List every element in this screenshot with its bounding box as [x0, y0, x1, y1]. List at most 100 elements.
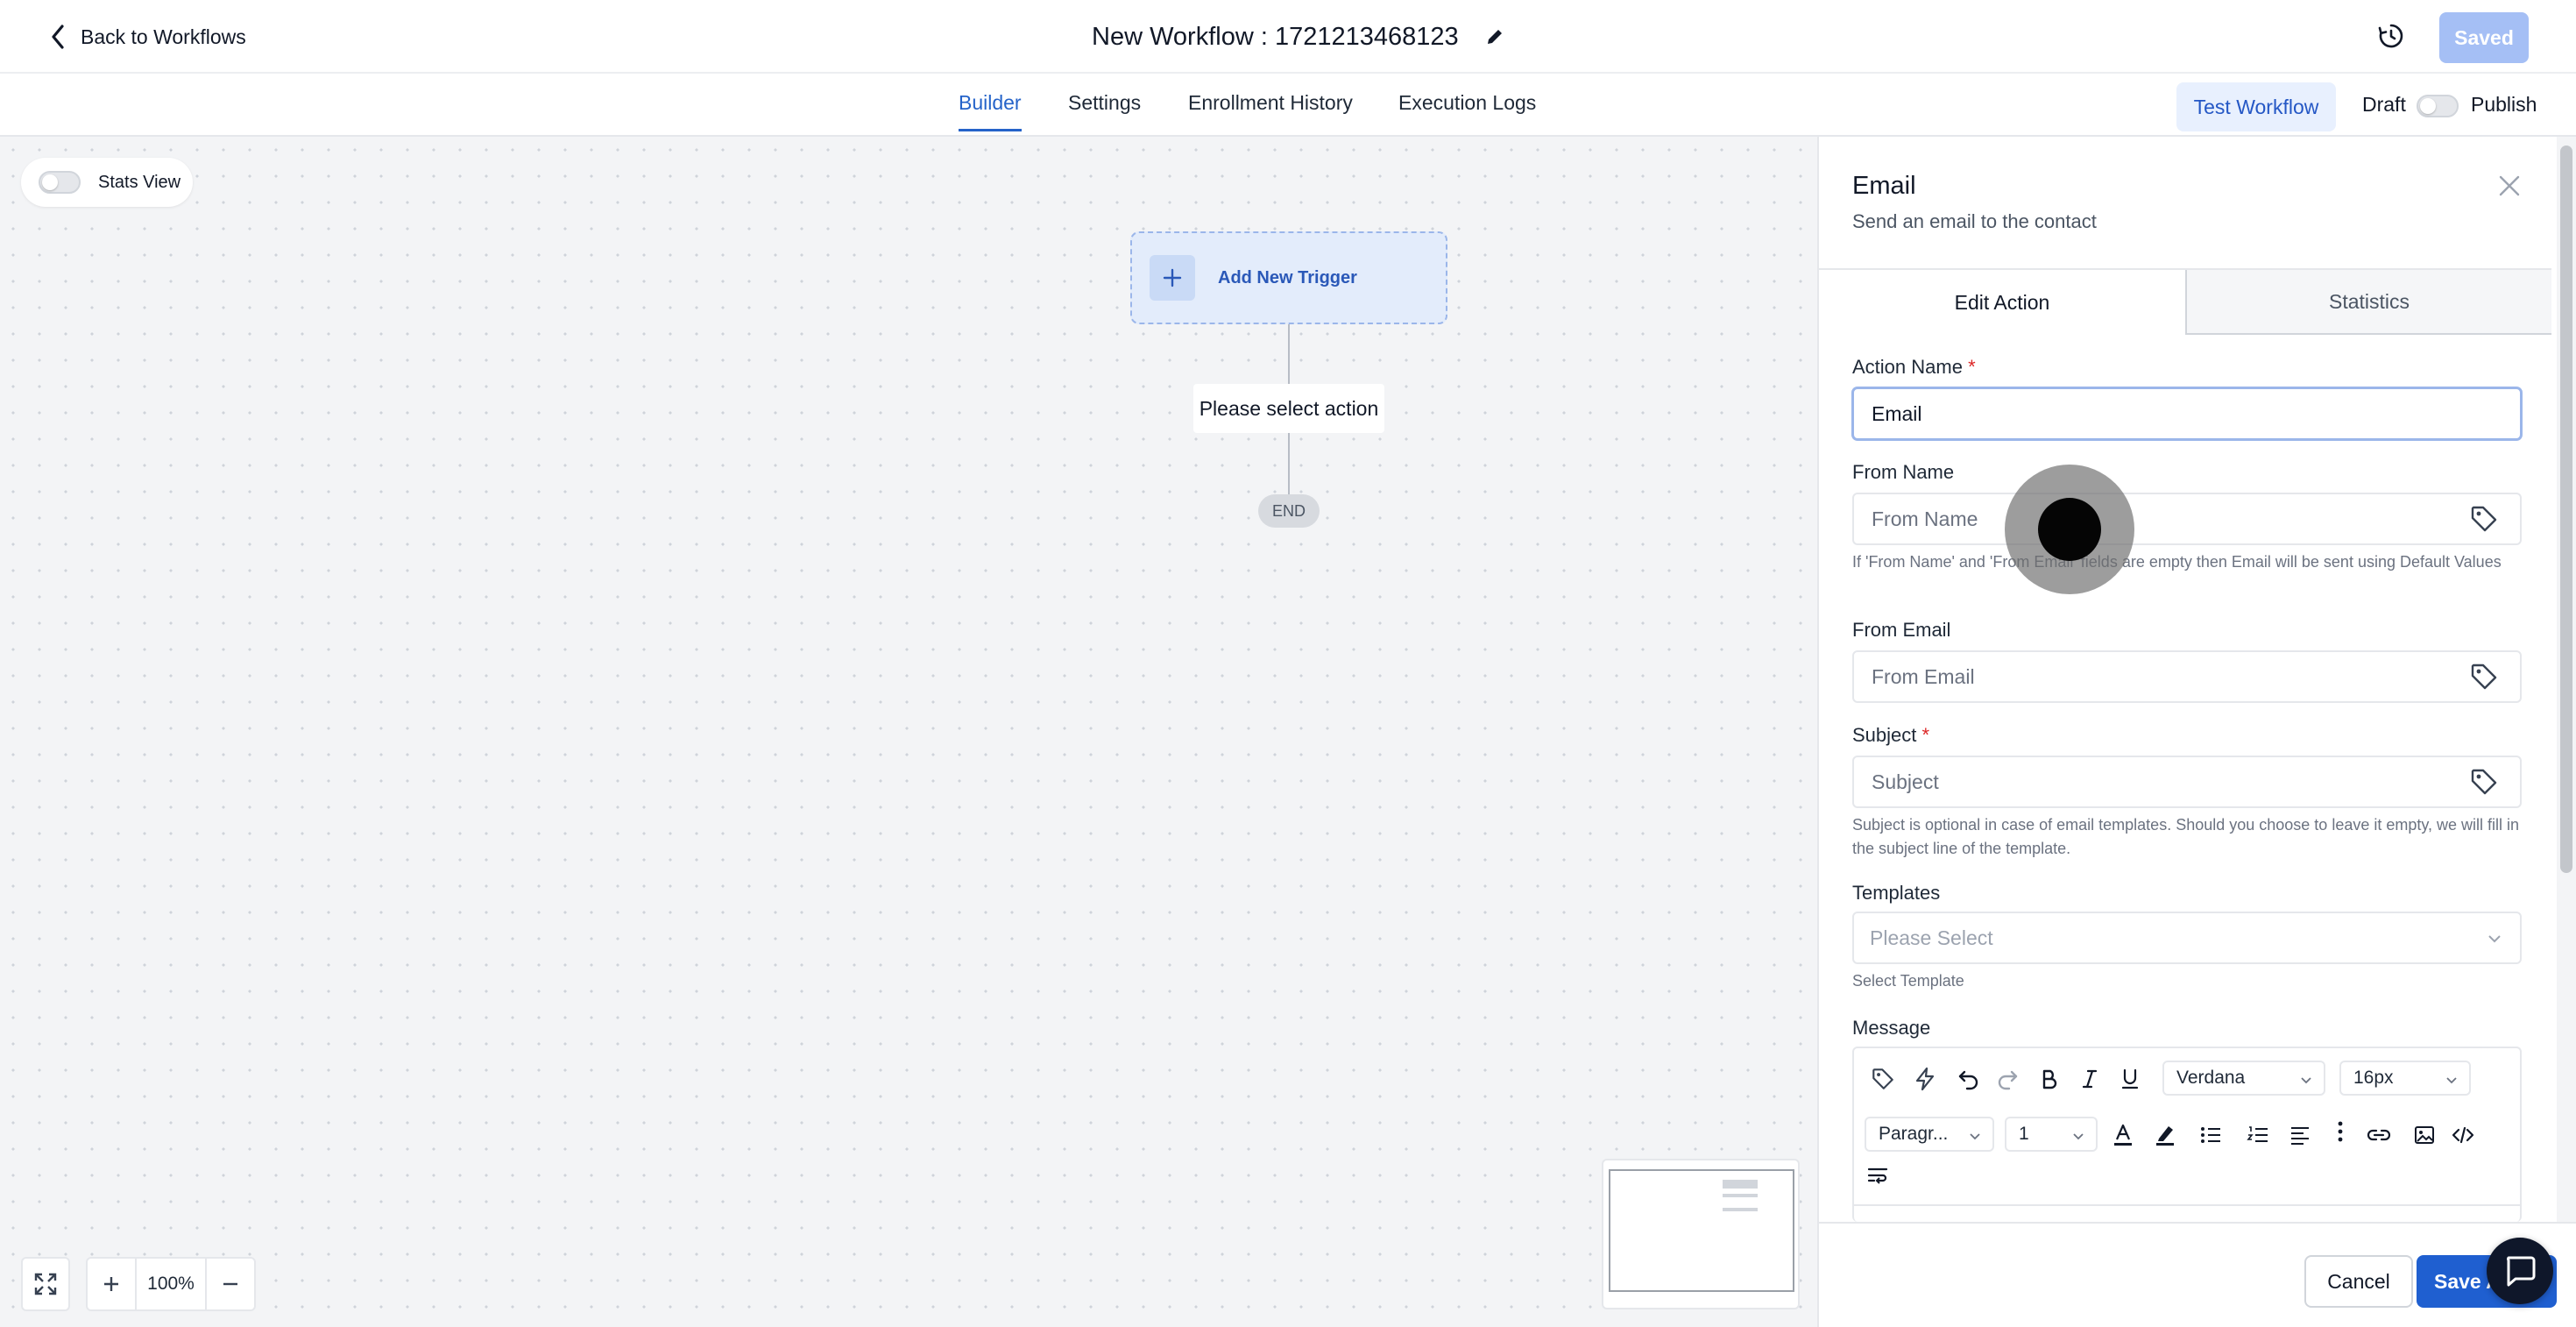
font-family-select[interactable]: Verdana: [2162, 1061, 2325, 1096]
required-marker: *: [1921, 724, 1930, 746]
chat-widget-button[interactable]: [2487, 1238, 2553, 1304]
more-options-icon[interactable]: [2327, 1118, 2353, 1145]
draft-label: Draft: [2362, 93, 2406, 116]
connector-line: [1288, 324, 1290, 384]
workflow-canvas[interactable]: Stats View Add New Trigger Please select…: [0, 137, 1817, 1327]
tab-statistics[interactable]: Statistics: [2187, 270, 2551, 335]
history-icon[interactable]: [2376, 21, 2406, 51]
subject-input[interactable]: [1852, 756, 2522, 808]
tab-settings[interactable]: Settings: [1068, 91, 1141, 129]
back-to-workflows-link[interactable]: Back to Workflows: [51, 21, 246, 53]
italic-icon[interactable]: [2077, 1066, 2103, 1092]
chevron-down-icon: [1970, 1133, 1980, 1140]
mouse-cursor: [2038, 498, 2101, 561]
cancel-button[interactable]: Cancel: [2304, 1255, 2413, 1308]
minus-icon: [223, 1282, 237, 1286]
from-name-input[interactable]: [1852, 493, 2522, 545]
undo-icon[interactable]: [1956, 1066, 1982, 1092]
text-color-icon[interactable]: [2110, 1122, 2136, 1148]
align-icon[interactable]: [2287, 1122, 2313, 1148]
underline-icon[interactable]: [2117, 1066, 2143, 1092]
tab-builder[interactable]: Builder: [959, 91, 1022, 131]
back-to-workflows-label: Back to Workflows: [81, 25, 246, 48]
block-format-select[interactable]: Paragr...: [1865, 1117, 1994, 1152]
block-format-value: Paragr...: [1879, 1124, 1949, 1144]
font-size-select[interactable]: 16px: [2339, 1061, 2471, 1096]
from-name-label: From Name: [1852, 461, 1955, 483]
zoom-controls: 100%: [86, 1257, 256, 1311]
tab-edit-action[interactable]: Edit Action: [1819, 270, 2187, 335]
workflow-tabs-bar: Builder Settings Enrollment History Exec…: [0, 74, 2576, 137]
required-marker: *: [1968, 356, 1976, 378]
bold-icon[interactable]: [2036, 1066, 2063, 1092]
edit-pencil-icon[interactable]: [1485, 27, 1504, 46]
plus-icon: [104, 1277, 118, 1291]
end-node: END: [1258, 494, 1320, 528]
line-height-value: 1: [2019, 1124, 2029, 1144]
action-name-label-text: Action Name: [1852, 356, 1963, 378]
highlight-icon[interactable]: [2152, 1122, 2178, 1148]
message-label: Message: [1852, 1017, 1931, 1039]
zoom-level: 100%: [147, 1274, 195, 1294]
bullet-list-icon[interactable]: [2197, 1122, 2224, 1148]
action-name-label: Action Name *: [1852, 356, 1976, 379]
chat-bubble-icon: [2507, 1256, 2536, 1287]
chevron-down-icon: [2488, 935, 2501, 943]
templates-label: Templates: [1852, 882, 1941, 904]
zoom-in-button[interactable]: [88, 1259, 137, 1309]
chevron-down-icon: [2073, 1133, 2084, 1140]
saved-button[interactable]: Saved: [2439, 12, 2529, 63]
panel-scrollbar-thumb[interactable]: [2560, 145, 2572, 873]
stats-view-toggle[interactable]: [39, 171, 81, 194]
templates-help: Select Template: [1852, 972, 1964, 990]
subject-help: Subject is optional in case of email tem…: [1852, 816, 2520, 857]
chevron-down-icon: [2446, 1077, 2457, 1084]
panel-title: Email: [1852, 172, 1916, 200]
image-icon[interactable]: [2411, 1122, 2438, 1148]
tab-execution-logs[interactable]: Execution Logs: [1398, 91, 1536, 129]
minimap[interactable]: [1602, 1159, 1800, 1309]
redo-icon[interactable]: [1994, 1066, 2020, 1092]
action-name-input[interactable]: [1852, 387, 2522, 440]
subject-label-text: Subject: [1852, 724, 1917, 746]
from-email-label: From Email: [1852, 619, 1951, 641]
templates-select[interactable]: Please Select: [1852, 912, 2522, 964]
templates-select-value: Please Select: [1870, 926, 1993, 949]
expand-icon: [34, 1273, 57, 1295]
code-view-icon[interactable]: [2450, 1122, 2476, 1148]
select-action-node[interactable]: Please select action: [1193, 384, 1384, 433]
email-action-panel: Email Send an email to the contact Edit …: [1817, 137, 2576, 1327]
link-icon[interactable]: [2366, 1122, 2392, 1148]
close-icon[interactable]: [2495, 172, 2523, 200]
panel-footer: Cancel Save Action: [1819, 1222, 2576, 1327]
tab-enrollment-history[interactable]: Enrollment History: [1188, 91, 1353, 129]
workflow-title: New Workflow : 1721213468123: [1092, 22, 1459, 51]
text-wrap-icon[interactable]: [1865, 1162, 1891, 1189]
minimap-viewport: [1609, 1169, 1794, 1292]
workflow-title-group: New Workflow : 1721213468123: [1092, 18, 1504, 56]
publish-label: Publish: [2471, 93, 2537, 116]
from-email-input[interactable]: [1852, 650, 2522, 703]
test-workflow-button[interactable]: Test Workflow: [2176, 82, 2336, 131]
chevron-left-icon: [51, 25, 65, 49]
fit-view-button[interactable]: [21, 1257, 70, 1311]
line-height-select[interactable]: 1: [2005, 1117, 2098, 1152]
connector-line: [1288, 433, 1290, 494]
add-new-trigger-node[interactable]: Add New Trigger: [1130, 231, 1447, 324]
zoom-out-button[interactable]: [205, 1259, 254, 1309]
numbered-list-icon[interactable]: [2245, 1122, 2271, 1148]
publish-toggle[interactable]: [2417, 95, 2459, 117]
plus-icon: [1150, 255, 1195, 301]
tag-icon[interactable]: [1870, 1066, 1896, 1092]
from-name-help: If 'From Name' and 'From Email' fields a…: [1852, 553, 2502, 571]
lightning-icon[interactable]: [1912, 1066, 1938, 1092]
tag-icon[interactable]: [2469, 767, 2499, 797]
stats-view-toggle-group: Stats View: [21, 158, 193, 207]
subject-label: Subject *: [1852, 724, 1929, 747]
tag-icon[interactable]: [2469, 504, 2499, 534]
stats-view-label: Stats View: [98, 172, 181, 192]
panel-subtitle: Send an email to the contact: [1852, 210, 2097, 232]
chevron-down-icon: [2301, 1077, 2311, 1084]
tag-icon[interactable]: [2469, 662, 2499, 692]
font-family-value: Verdana: [2176, 1068, 2246, 1088]
